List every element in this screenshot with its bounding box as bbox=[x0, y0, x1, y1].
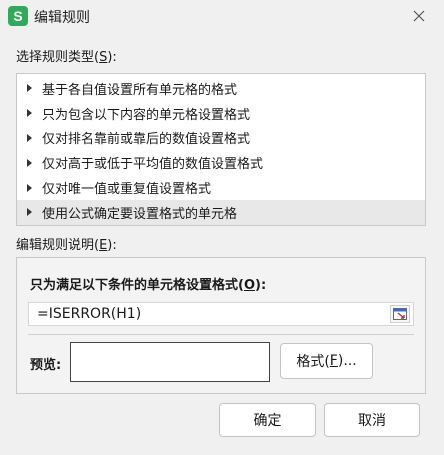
wps-spreadsheet-icon: S bbox=[8, 6, 28, 26]
title-bar: S 编辑规则 bbox=[0, 0, 444, 32]
rule-item-label: 仅对排名靠前或靠后的数值设置格式 bbox=[42, 132, 251, 148]
divider bbox=[28, 334, 414, 335]
formula-input[interactable]: =ISERROR(H1) bbox=[28, 302, 414, 326]
rule-item-top-bottom[interactable]: 仅对排名靠前或靠后的数值设置格式 bbox=[17, 126, 425, 151]
rule-item-contains[interactable]: 只为包含以下内容的单元格设置格式 bbox=[17, 101, 425, 126]
triangle-right-icon bbox=[27, 109, 32, 118]
rule-item-label: 使用公式确定要设置格式的单元格 bbox=[42, 206, 238, 222]
triangle-right-icon bbox=[27, 133, 32, 142]
dialog-title: 编辑规则 bbox=[34, 10, 90, 26]
preview-label: 预览: bbox=[30, 358, 62, 373]
rule-item-use-formula[interactable]: 使用公式确定要设置格式的单元格 bbox=[17, 199, 425, 225]
rule-item-above-below-average[interactable]: 仅对高于或低于平均值的数值设置格式 bbox=[17, 150, 425, 175]
rule-item-label: 仅对高于或低于平均值的数值设置格式 bbox=[42, 157, 264, 173]
formula-text: =ISERROR(H1) bbox=[37, 306, 142, 322]
close-icon bbox=[413, 10, 425, 22]
collapse-dialog-icon bbox=[393, 308, 407, 320]
format-preview bbox=[70, 342, 270, 382]
triangle-right-icon bbox=[27, 183, 32, 192]
condition-heading: 只为满足以下条件的单元格设置格式(O): bbox=[30, 278, 267, 293]
cancel-button[interactable]: 取消 bbox=[324, 403, 420, 437]
rule-item-label: 基于各自值设置所有单元格的格式 bbox=[42, 82, 238, 98]
rule-type-list[interactable]: 基于各自值设置所有单元格的格式 只为包含以下内容的单元格设置格式 仅对排名靠前或… bbox=[16, 73, 426, 226]
close-button[interactable] bbox=[410, 7, 428, 25]
triangle-right-icon bbox=[27, 158, 32, 167]
triangle-right-icon bbox=[27, 84, 32, 93]
rule-type-label: 选择规则类型(S): bbox=[16, 50, 117, 65]
range-select-button[interactable] bbox=[390, 305, 410, 323]
rule-item-label: 只为包含以下内容的单元格设置格式 bbox=[42, 107, 251, 123]
rule-item-all-cells[interactable]: 基于各自值设置所有单元格的格式 bbox=[17, 76, 425, 101]
format-button[interactable]: 格式(F)... bbox=[280, 343, 373, 379]
triangle-right-icon bbox=[27, 208, 32, 217]
rule-description-panel: 只为满足以下条件的单元格设置格式(O): =ISERROR(H1) 预览: 格式… bbox=[16, 257, 426, 394]
ok-button[interactable]: 确定 bbox=[219, 403, 316, 437]
rule-item-unique-duplicate[interactable]: 仅对唯一值或重复值设置格式 bbox=[17, 175, 425, 200]
rule-item-label: 仅对唯一值或重复值设置格式 bbox=[42, 182, 212, 198]
rule-description-label: 编辑规则说明(E): bbox=[16, 238, 117, 253]
